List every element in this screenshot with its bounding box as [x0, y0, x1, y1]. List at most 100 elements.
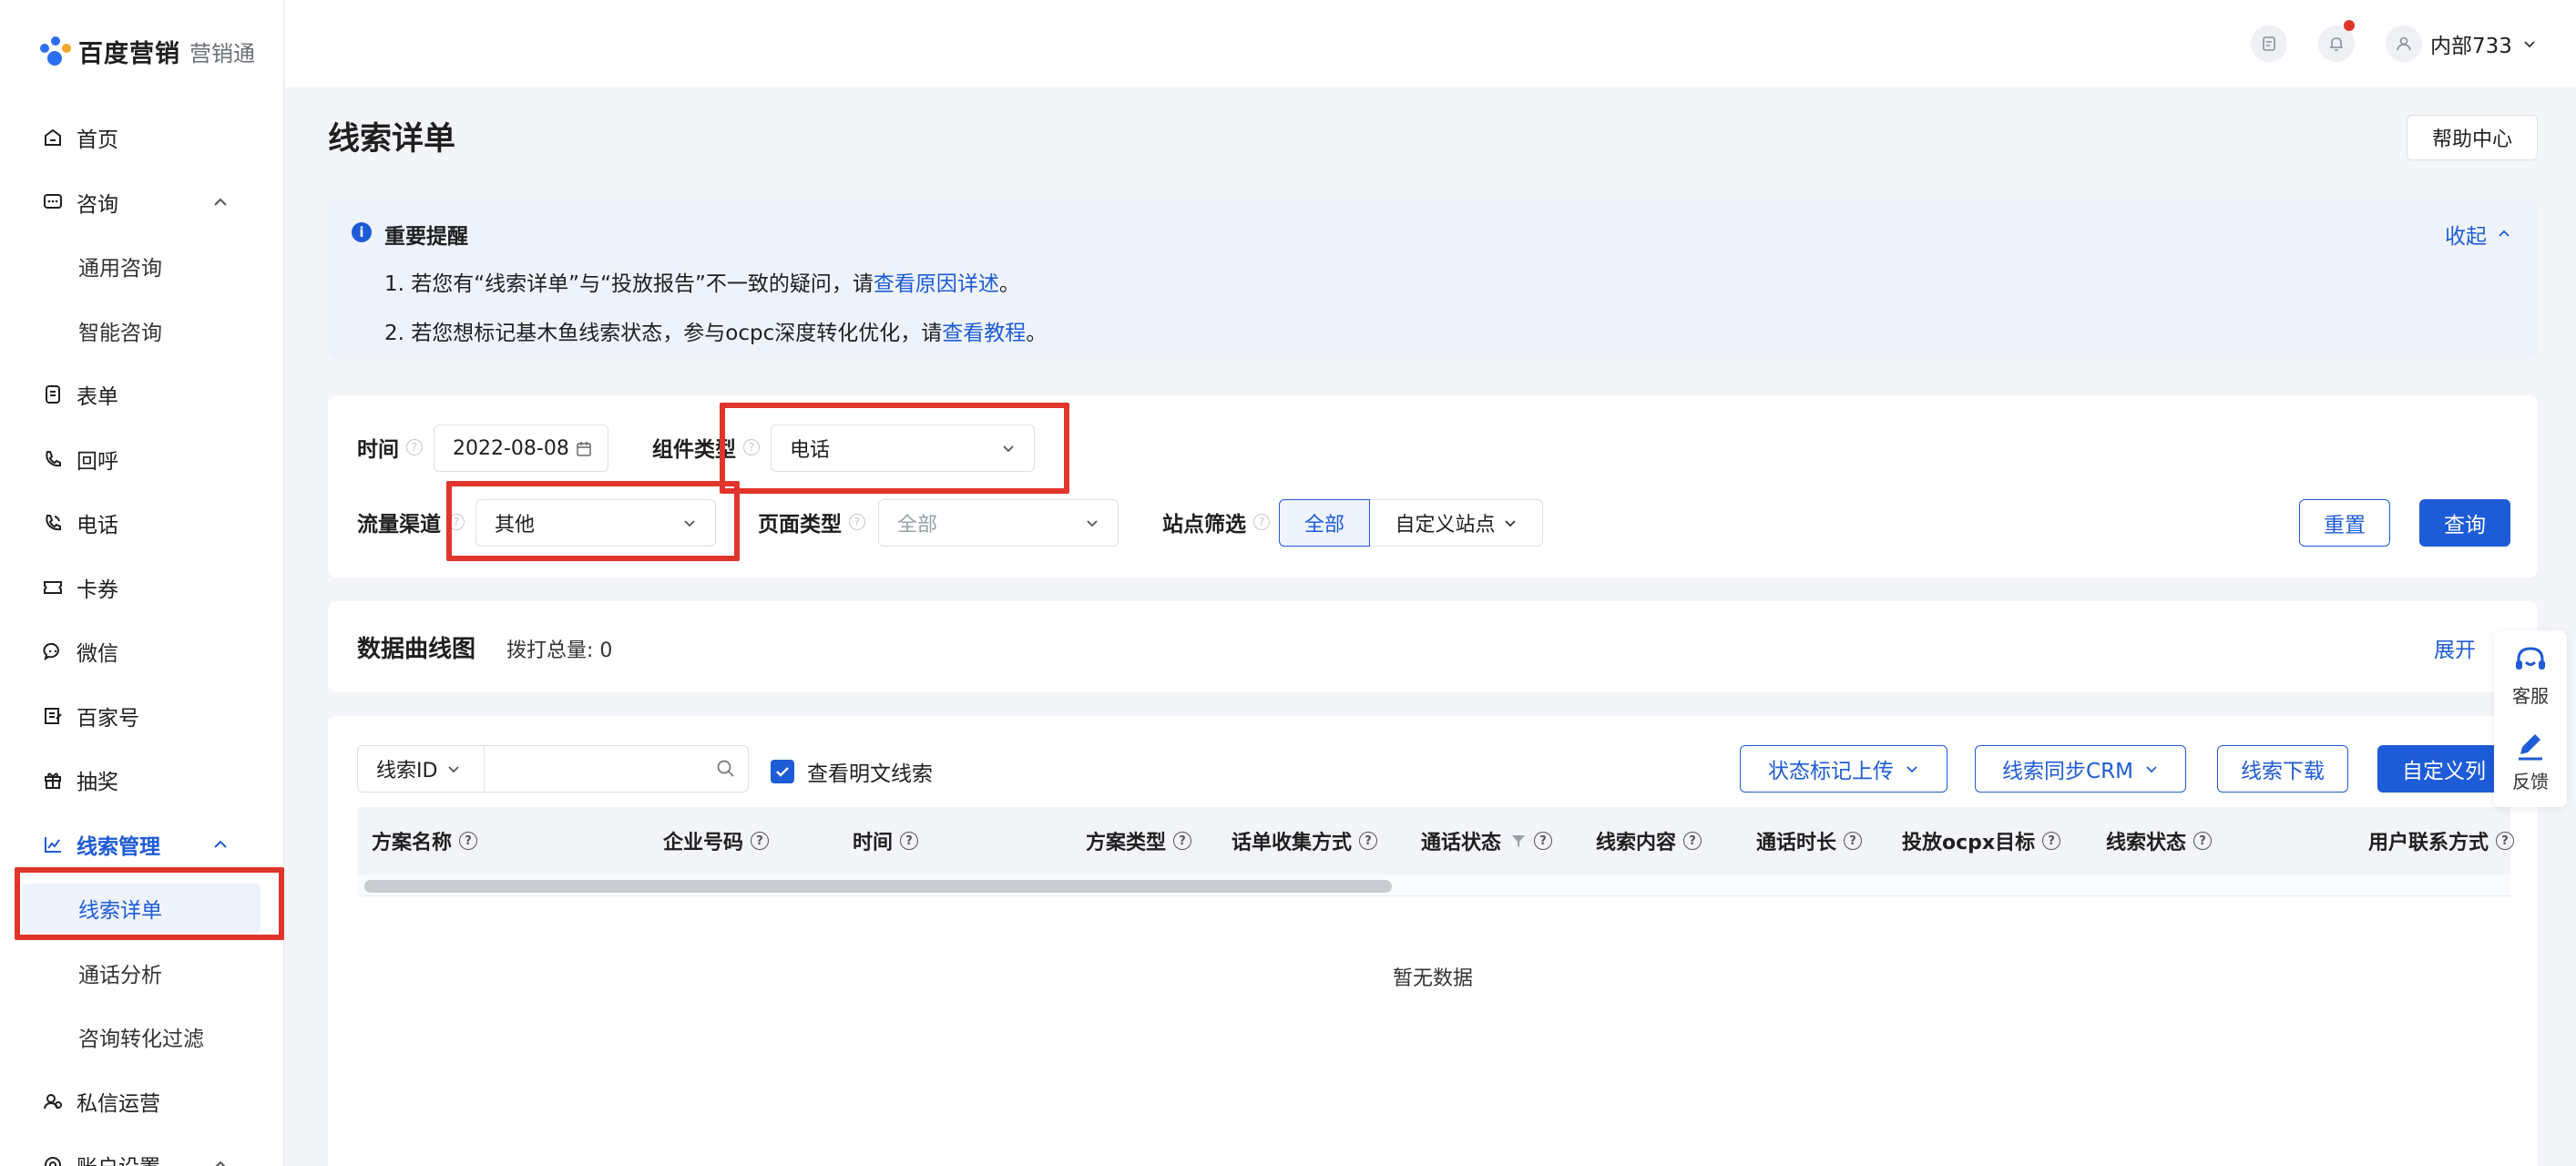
- user-avatar[interactable]: [2386, 26, 2422, 62]
- notice-title: 重要提醒: [384, 225, 468, 249]
- sidebar-item-label: 账户设置: [77, 1150, 160, 1166]
- sidebar-item-label: 微信: [77, 642, 118, 667]
- custom-columns-button[interactable]: 自定义列: [2377, 745, 2510, 793]
- task-icon: [2263, 36, 2275, 51]
- status-upload-button[interactable]: 状态标记上传: [1740, 745, 1947, 793]
- sidebar-item-consult[interactable]: 咨询: [0, 170, 284, 235]
- sidebar-item-baijiahao[interactable]: 百家号: [0, 684, 284, 749]
- user-menu[interactable]: 内部733: [2430, 26, 2538, 62]
- collapse-label: 收起: [2445, 225, 2487, 249]
- brand-logo[interactable]: 百度营销 营销通: [38, 33, 255, 69]
- column-label: 话单收集方式: [1232, 832, 1353, 854]
- sidebar-item-lottery[interactable]: 抽奖: [0, 748, 284, 813]
- column-header-plan-type: 方案类型?: [1086, 807, 1192, 874]
- search-input[interactable]: [485, 745, 749, 793]
- column-header-call-duration: 通话时长?: [1756, 807, 1863, 874]
- chart-expand-button[interactable]: 展开: [2434, 632, 2476, 663]
- sidebar-nav: 首页 咨询 通用咨询 智能咨询 表单 回呼 电话 卡券 微信 百家号 抽奖 线索…: [0, 106, 284, 1166]
- sidebar-item-phone[interactable]: 电话: [0, 491, 284, 556]
- help-icon[interactable]: ?: [2193, 832, 2213, 850]
- notice-collapse-button[interactable]: 收起: [2445, 219, 2512, 250]
- help-icon[interactable]: ?: [448, 514, 465, 530]
- help-icon[interactable]: ?: [1253, 514, 1270, 530]
- traffic-channel-select[interactable]: 其他: [475, 499, 716, 547]
- sidebar-item-call-analysis[interactable]: 通话分析: [0, 941, 284, 1006]
- reason-detail-link[interactable]: 查看原因详述: [874, 272, 999, 296]
- reset-button[interactable]: 重置: [2299, 499, 2390, 547]
- notice-text: 1. 若您有“线索详单”与“投放报告”不一致的疑问，请: [384, 272, 874, 296]
- brand-name: 百度营销: [78, 39, 180, 68]
- help-icon[interactable]: ?: [751, 832, 770, 850]
- calendar-icon: [577, 442, 591, 456]
- search-field-select[interactable]: 线索ID: [357, 745, 485, 793]
- component-type-select[interactable]: 电话: [771, 424, 1035, 472]
- sidebar-item-label: 智能咨询: [78, 321, 162, 345]
- time-label-text: 时间: [357, 438, 399, 462]
- notification-button[interactable]: [2318, 20, 2355, 62]
- task-button[interactable]: [2251, 26, 2287, 62]
- sidebar-item-coupon[interactable]: 卡券: [0, 556, 284, 620]
- filter-icon[interactable]: [1510, 833, 1527, 849]
- traffic-channel-label: 流量渠道?: [357, 506, 465, 537]
- table-header: 方案名称? 企业号码? 时间? 方案类型? 话单收集方式? 通话状态 ? 线索内…: [357, 807, 2515, 874]
- form-icon: [42, 384, 64, 405]
- sidebar-item-home[interactable]: 首页: [0, 106, 284, 170]
- sidebar-item-dm-ops[interactable]: 私信运营: [0, 1069, 284, 1134]
- show-plain-leads-checkbox[interactable]: 查看明文线索: [771, 756, 933, 787]
- sidebar-item-lead-management[interactable]: 线索管理: [0, 813, 284, 877]
- site-all-option[interactable]: 全部: [1279, 499, 1370, 547]
- column-label: 用户联系方式: [2368, 832, 2489, 854]
- sync-crm-button[interactable]: 线索同步CRM: [1975, 745, 2186, 793]
- date-picker[interactable]: 2022-08-08: [434, 424, 608, 472]
- column-header-collection-method: 话单收集方式?: [1232, 807, 1378, 874]
- tutorial-link[interactable]: 查看教程: [942, 322, 1026, 345]
- help-icon[interactable]: ?: [2042, 832, 2061, 850]
- coupon-icon: [42, 577, 64, 598]
- help-icon[interactable]: ?: [900, 832, 919, 850]
- scrollbar-thumb[interactable]: [364, 880, 1392, 893]
- page-type-select[interactable]: 全部: [878, 499, 1119, 547]
- sidebar-item-callback[interactable]: 回呼: [0, 427, 284, 492]
- sidebar-item-lead-detail[interactable]: 线索详单: [0, 876, 284, 941]
- notice-panel: i 重要提醒 收起 1. 若您有“线索详单”与“投放报告”不一致的疑问，请查看原…: [328, 199, 2538, 359]
- sidebar-item-account-settings[interactable]: 账户设置: [0, 1133, 284, 1166]
- feedback-button[interactable]: 反馈: [2494, 731, 2567, 793]
- help-icon[interactable]: ?: [1534, 832, 1553, 850]
- sidebar-item-label: 通用咨询: [78, 257, 162, 281]
- chart-icon: [42, 834, 64, 855]
- sidebar-item-consult-filter[interactable]: 咨询转化过滤: [0, 1005, 284, 1069]
- edit-icon: [2519, 734, 2542, 761]
- customer-service-button[interactable]: 客服: [2494, 645, 2567, 708]
- baidu-paw-icon: [38, 35, 73, 67]
- help-icon[interactable]: ?: [1359, 832, 1378, 850]
- query-button[interactable]: 查询: [2419, 499, 2510, 547]
- column-header-time: 时间?: [853, 807, 919, 874]
- lottery-icon: [42, 769, 64, 791]
- call-total: 拨打总量: 0: [506, 639, 613, 662]
- help-icon[interactable]: ?: [1683, 832, 1702, 850]
- help-icon[interactable]: ?: [406, 439, 423, 455]
- help-icon[interactable]: ?: [849, 514, 865, 530]
- user-icon: [2397, 36, 2411, 51]
- download-leads-button[interactable]: 线索下载: [2217, 745, 2348, 793]
- help-icon[interactable]: ?: [1844, 832, 1863, 850]
- dm-icon: [42, 1090, 64, 1112]
- sidebar-item-wechat[interactable]: 微信: [0, 619, 284, 684]
- sidebar-item-smart-consult[interactable]: 智能咨询: [0, 299, 284, 363]
- site-custom-option[interactable]: 自定义站点: [1370, 499, 1543, 547]
- search-group: 线索ID: [357, 745, 749, 793]
- column-label: 通话时长: [1756, 832, 1837, 854]
- page-title: 线索详单: [328, 121, 456, 158]
- search-icon[interactable]: [716, 759, 736, 779]
- help-center-button[interactable]: 帮助中心: [2407, 115, 2538, 160]
- help-icon[interactable]: ?: [459, 832, 478, 850]
- horizontal-scrollbar[interactable]: [357, 874, 2510, 896]
- sidebar-item-label: 线索详单: [78, 899, 162, 924]
- floating-help-panel: 客服 反馈: [2494, 630, 2567, 807]
- help-icon[interactable]: ?: [1173, 832, 1192, 850]
- chevron-up-icon: [2499, 230, 2510, 237]
- help-icon[interactable]: ?: [743, 439, 760, 455]
- help-icon[interactable]: ?: [2496, 832, 2515, 850]
- sidebar-item-general-consult[interactable]: 通用咨询: [0, 234, 284, 299]
- sidebar-item-form[interactable]: 表单: [0, 363, 284, 427]
